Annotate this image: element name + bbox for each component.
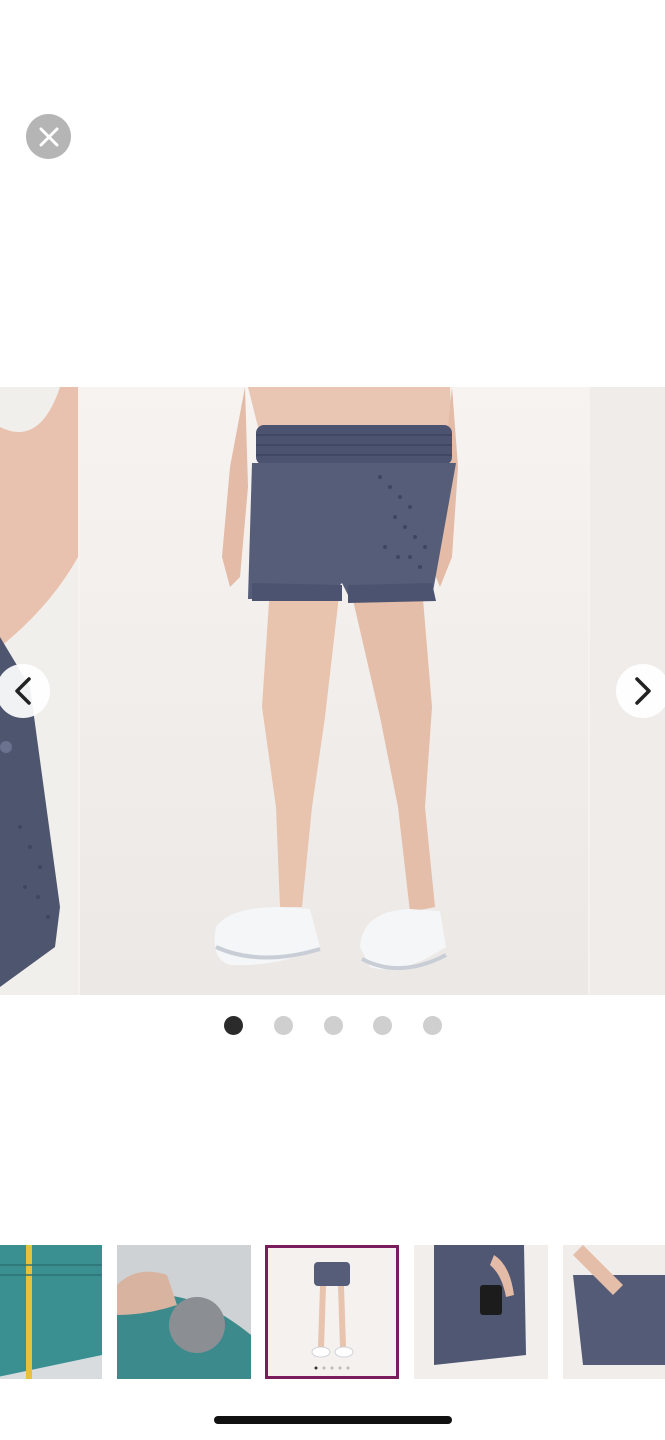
chevron-left-icon <box>15 677 31 705</box>
close-icon <box>39 127 58 146</box>
thumbnail-2[interactable] <box>117 1245 251 1379</box>
pagination-dot-3[interactable] <box>324 1016 343 1035</box>
carousel-slide-active <box>80 387 588 995</box>
chevron-right-icon <box>635 677 651 705</box>
carousel-next-button[interactable] <box>616 664 665 718</box>
thumbnail-3[interactable] <box>265 1245 399 1379</box>
thumbnail-1[interactable] <box>0 1245 102 1379</box>
pagination-dot-2[interactable] <box>274 1016 293 1035</box>
close-button[interactable] <box>26 114 71 159</box>
carousel-pagination <box>0 1016 665 1036</box>
home-indicator <box>214 1416 452 1424</box>
pagination-dot-5[interactable] <box>423 1016 442 1035</box>
thumbnail-5[interactable] <box>563 1245 665 1379</box>
thumbnail-4[interactable] <box>414 1245 548 1379</box>
pagination-dot-4[interactable] <box>373 1016 392 1035</box>
pagination-dot-1[interactable] <box>224 1016 243 1035</box>
image-carousel[interactable] <box>0 387 665 995</box>
thumbnail-strip <box>0 1245 665 1379</box>
